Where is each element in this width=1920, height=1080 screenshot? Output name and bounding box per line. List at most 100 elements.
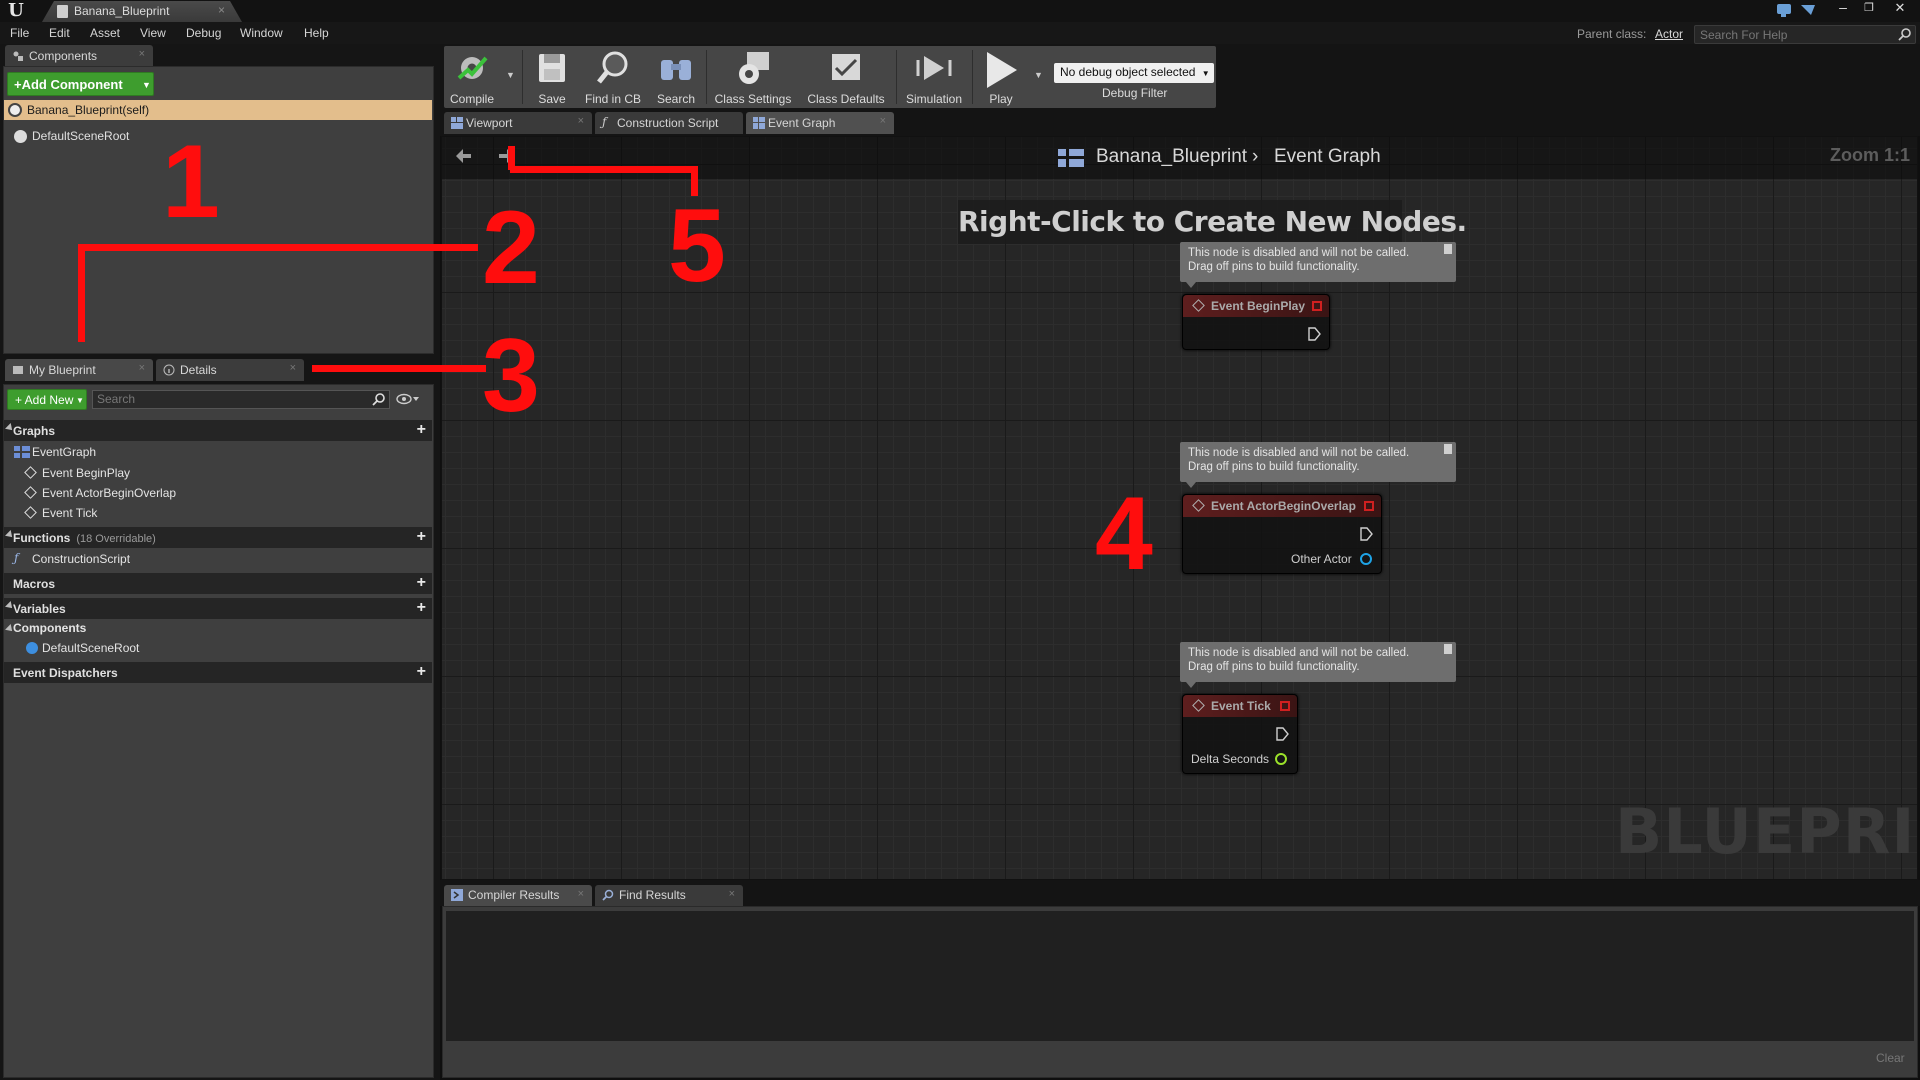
class-settings-button[interactable]: Class Settings — [710, 48, 796, 106]
compile-options-chevron-icon[interactable]: ▼ — [506, 70, 515, 80]
save-button[interactable]: Save — [528, 48, 576, 106]
breadcrumb-blueprint[interactable]: Banana_Blueprint — [1096, 146, 1247, 168]
close-tab-icon[interactable]: × — [139, 48, 145, 60]
class-settings-label: Class Settings — [714, 92, 792, 106]
tab-compiler-results-label: Compiler Results — [468, 888, 560, 902]
minimize-icon[interactable]: – — [1830, 0, 1856, 16]
menu-view[interactable]: View — [140, 26, 166, 40]
exec-out-pin-icon[interactable] — [1359, 527, 1373, 541]
parent-class-link[interactable]: Actor — [1655, 27, 1683, 41]
add-event-dispatcher-icon[interactable]: + — [417, 664, 426, 680]
add-macro-icon[interactable]: + — [417, 575, 426, 591]
tab-components[interactable]: Components × — [5, 45, 153, 67]
debug-object-select[interactable]: No debug object selected ▼ — [1054, 63, 1214, 83]
close-tab-icon[interactable]: × — [218, 3, 225, 17]
search-icon[interactable] — [372, 392, 386, 406]
float-output-pin-icon[interactable] — [1275, 753, 1287, 765]
close-tab-icon[interactable]: × — [290, 362, 296, 374]
close-tab-icon[interactable]: × — [578, 115, 584, 127]
close-tab-icon[interactable]: × — [578, 888, 584, 900]
menu-help[interactable]: Help — [304, 26, 329, 40]
class-defaults-button[interactable]: Class Defaults — [800, 48, 892, 106]
component-root-label: DefaultSceneRoot — [32, 129, 130, 143]
annotation-number-1: 1 — [162, 124, 220, 240]
scene-root-icon — [14, 130, 27, 143]
tab-event-graph[interactable]: Event Graph × — [746, 112, 894, 134]
menu-debug[interactable]: Debug — [186, 26, 221, 40]
add-new-button[interactable]: + Add New ▼ — [7, 389, 87, 410]
back-arrow-icon[interactable] — [455, 146, 475, 166]
document-tab[interactable]: Banana_Blueprint × — [42, 1, 242, 22]
node-event-actorbeginoverlap[interactable]: Event ActorBeginOverlap Other Actor — [1182, 494, 1382, 574]
event-diamond-icon — [1192, 699, 1205, 712]
close-window-icon[interactable]: ✕ — [1882, 0, 1918, 16]
play-icon — [987, 52, 1017, 88]
annotation-2-line — [78, 244, 478, 251]
pin-comment-icon[interactable] — [1444, 244, 1452, 254]
exec-out-pin-icon[interactable] — [1275, 727, 1289, 741]
node-event-beginplay[interactable]: Event BeginPlay — [1182, 294, 1330, 350]
add-variable-icon[interactable]: + — [417, 600, 426, 616]
compile-button[interactable]: Compile — [444, 48, 500, 106]
tab-viewport-label: Viewport — [466, 116, 513, 130]
add-graph-icon[interactable]: + — [417, 422, 426, 438]
add-function-icon[interactable]: + — [417, 529, 426, 545]
toolbar-separator — [896, 50, 897, 104]
tab-compiler-results[interactable]: Compiler Results × — [444, 885, 592, 906]
pin-comment-icon[interactable] — [1444, 444, 1452, 454]
blueprint-search-input[interactable]: Search — [92, 390, 390, 409]
search-icon[interactable] — [1898, 27, 1912, 41]
notification-icon[interactable] — [1775, 2, 1793, 18]
close-tab-icon[interactable]: × — [880, 115, 886, 127]
tab-find-results[interactable]: Find Results × — [595, 885, 743, 906]
play-button[interactable]: Play — [978, 48, 1024, 106]
zoom-level: Zoom 1:1 — [1830, 145, 1911, 165]
delegate-pin-icon[interactable] — [1280, 701, 1290, 711]
view-options-eye-icon[interactable] — [396, 393, 420, 405]
section-graphs[interactable]: Graphs + — [4, 420, 432, 441]
close-tab-icon[interactable]: × — [729, 888, 735, 900]
node-header: Event ActorBeginOverlap — [1183, 495, 1381, 517]
component-self-row[interactable]: Banana_Blueprint(self) — [4, 100, 432, 120]
tab-viewport[interactable]: Viewport × — [444, 112, 592, 134]
section-macros[interactable]: Macros + — [4, 573, 432, 594]
menu-window[interactable]: Window — [240, 26, 283, 40]
unreal-logo-icon: U — [8, 0, 24, 21]
close-tab-icon[interactable]: × — [139, 362, 145, 374]
tab-construction-script[interactable]: ƒ Construction Script — [595, 112, 743, 134]
feedback-icon[interactable] — [1799, 2, 1817, 18]
node-event-tick[interactable]: Event Tick Delta Seconds — [1182, 694, 1298, 774]
event-diamond-icon — [1192, 299, 1205, 312]
search-button[interactable]: Search — [650, 48, 702, 106]
comment-tail — [1186, 282, 1196, 288]
actor-output-pin-icon[interactable] — [1360, 553, 1372, 565]
play-options-chevron-icon[interactable]: ▼ — [1034, 70, 1043, 80]
tab-details[interactable]: Details × — [156, 359, 304, 381]
menu-file[interactable]: File — [10, 26, 29, 40]
section-event-dispatchers[interactable]: Event Dispatchers + — [4, 662, 432, 683]
event-graph-icon — [1058, 149, 1084, 167]
annotation-number-3: 3 — [482, 318, 540, 434]
exec-out-pin-icon[interactable] — [1307, 327, 1321, 341]
tab-my-blueprint[interactable]: My Blueprint × — [5, 359, 153, 381]
comment-line-1: This node is disabled and will not be ca… — [1188, 247, 1410, 259]
comment-line-2: Drag off pins to build functionality. — [1188, 461, 1360, 473]
section-functions[interactable]: Functions (18 Overridable) + — [4, 527, 432, 548]
compiler-results-log[interactable] — [446, 911, 1914, 1041]
actor-icon — [8, 103, 22, 117]
simulation-button[interactable]: Simulation — [900, 48, 968, 106]
find-in-cb-button[interactable]: Find in CB — [580, 48, 646, 106]
section-variables[interactable]: Variables + — [4, 598, 432, 619]
tree-components-label: Components — [13, 621, 87, 635]
menu-edit[interactable]: Edit — [49, 26, 70, 40]
delegate-pin-icon[interactable] — [1312, 301, 1322, 311]
node-title: Event Tick — [1211, 699, 1271, 713]
help-search-input[interactable]: Search For Help — [1694, 25, 1916, 44]
pin-comment-icon[interactable] — [1444, 644, 1452, 654]
pin-label: Delta Seconds — [1191, 752, 1270, 766]
menu-asset[interactable]: Asset — [90, 26, 120, 40]
delegate-pin-icon[interactable] — [1364, 501, 1374, 511]
clear-button[interactable]: Clear — [1876, 1051, 1905, 1065]
add-component-button[interactable]: +Add Component ▼ — [7, 72, 154, 96]
maximize-icon[interactable]: ❐ — [1856, 0, 1882, 16]
